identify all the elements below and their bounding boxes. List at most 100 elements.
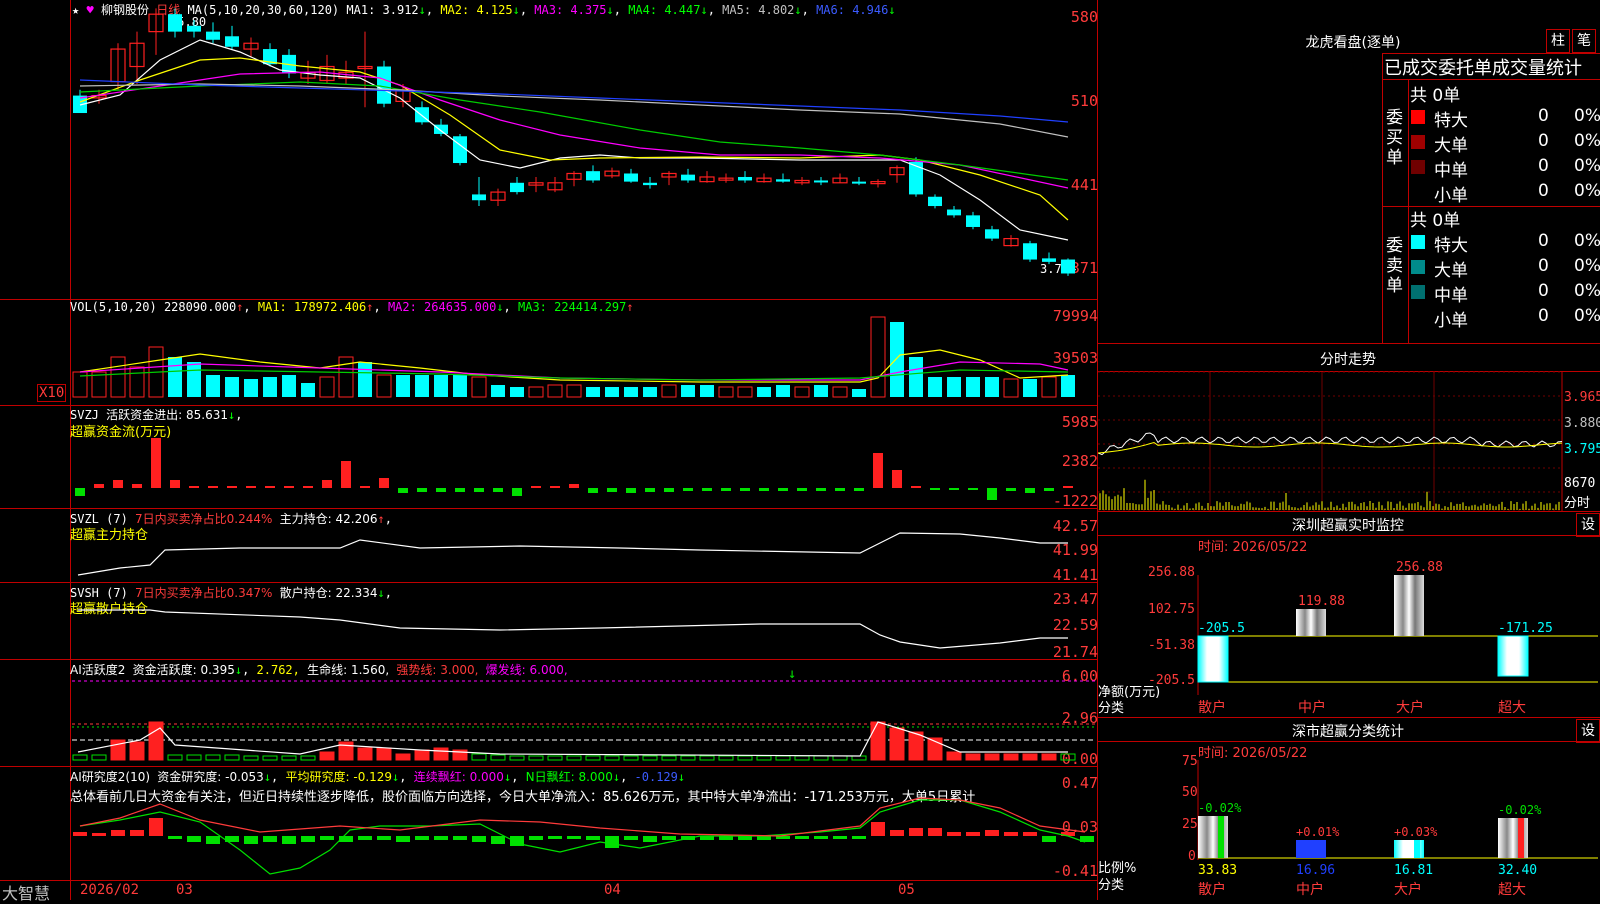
fund-flow-bar — [322, 480, 332, 488]
research-bar — [73, 832, 87, 836]
research-bar — [263, 836, 277, 842]
activity-bar — [719, 756, 733, 760]
stat-top-value: -0.02% — [1198, 801, 1242, 815]
activity-bar — [947, 752, 961, 760]
volume-bar — [1042, 377, 1056, 397]
main-chart-area[interactable]: ★ ♥ 柳钢股份 日线 MA(5,10,20,30,60,120) MA1: 3… — [0, 0, 1098, 900]
fund-flow-bar — [702, 488, 712, 491]
ma5-line — [80, 84, 1068, 137]
research-bar — [814, 836, 828, 839]
activity-bar — [814, 756, 828, 760]
research-bar — [947, 832, 961, 836]
volume-bar — [795, 387, 809, 397]
volume-bar — [320, 377, 334, 397]
activity-bar — [890, 728, 904, 760]
research-bar — [415, 836, 429, 840]
fund-flow-bar — [835, 488, 845, 491]
activity-bar — [738, 756, 752, 760]
candle-body — [776, 179, 790, 181]
fund-flow-bar — [341, 461, 351, 488]
activity-bar — [1004, 754, 1018, 760]
fund-flow-bar — [303, 486, 313, 488]
candle-body — [909, 162, 923, 195]
monitor-bar-large — [1394, 575, 1424, 636]
volume-bar — [624, 387, 638, 397]
candle-body — [168, 14, 182, 31]
fund-flow-bar — [664, 488, 674, 492]
volume-bar — [985, 377, 999, 397]
volume-bar — [605, 387, 619, 397]
activity-bar — [358, 748, 372, 760]
retail-holding-line — [78, 610, 1068, 648]
fund-flow-bar — [873, 453, 883, 488]
activity-bar — [187, 755, 201, 760]
fund-flow-bar — [854, 488, 864, 491]
down-arrow-marker: ↓ — [788, 666, 796, 682]
stat-category: 超大 — [1498, 882, 1526, 898]
fund-flow-bar — [1063, 486, 1073, 488]
activity-bar — [415, 750, 429, 760]
volume-bar — [225, 377, 239, 397]
activity-bar — [605, 756, 619, 760]
fund-flow-bar — [778, 488, 788, 491]
stat-top-value: +0.01% — [1296, 825, 1340, 839]
volume-bar — [263, 377, 277, 397]
activity-bar — [852, 756, 866, 760]
volume-bar — [700, 385, 714, 397]
activity-bar — [985, 754, 999, 760]
fund-flow-bar — [284, 486, 294, 488]
research-bar — [985, 830, 999, 836]
volume-bar — [1023, 379, 1037, 397]
volume-bar — [567, 385, 581, 397]
activity-bar — [567, 756, 581, 760]
research-bar — [567, 836, 581, 839]
volume-bar — [282, 375, 296, 397]
volume-bar — [111, 357, 125, 397]
volume-bar — [358, 362, 372, 397]
volume-bar — [206, 375, 220, 397]
activity-bar — [700, 756, 714, 760]
monitor-value: 256.88 — [1396, 560, 1443, 575]
fund-flow-bar — [360, 486, 370, 488]
fund-flow-bar — [1044, 488, 1054, 491]
volume-bar — [890, 322, 904, 397]
research-bar — [434, 836, 448, 840]
volume-bar — [377, 375, 391, 397]
fund-flow-bar — [683, 488, 693, 491]
candle-body — [738, 177, 752, 180]
monitor-value: 119.88 — [1298, 594, 1345, 609]
monitor-value: -171.25 — [1498, 621, 1553, 636]
candle-body — [681, 175, 695, 181]
kline-chart-canvas[interactable]: ↓ — [0, 0, 1098, 900]
activity-bar — [1061, 754, 1075, 760]
candle-body — [434, 125, 448, 134]
fund-flow-bar — [1006, 488, 1016, 491]
research-bar — [491, 836, 505, 844]
research-bar — [529, 836, 543, 840]
research-bar — [472, 836, 486, 842]
activity-bar — [73, 755, 87, 760]
volume-bar — [301, 383, 315, 397]
stat-bar-accent — [1316, 840, 1322, 858]
research-bar — [111, 830, 125, 836]
activity-bar — [130, 742, 144, 760]
fund-flow-bar — [113, 480, 123, 488]
activity-bar — [510, 756, 524, 760]
candle-body — [472, 194, 486, 200]
activity-bar — [681, 756, 695, 760]
candle-body — [852, 182, 866, 184]
stat-bottom-value: 16.81 — [1394, 863, 1433, 878]
volume-bar — [586, 387, 600, 397]
volume-bar — [776, 385, 790, 397]
volume-bar — [396, 375, 410, 397]
volume-bar — [719, 387, 733, 397]
volume-bar — [510, 387, 524, 397]
candle-body — [225, 36, 239, 46]
activity-bar — [377, 748, 391, 760]
candle-body — [510, 183, 524, 192]
research-bar — [1023, 832, 1037, 836]
activity-bar — [909, 732, 923, 760]
fund-flow-bar — [607, 488, 617, 492]
fund-flow-bar — [569, 484, 579, 488]
fund-flow-bar — [626, 488, 636, 493]
